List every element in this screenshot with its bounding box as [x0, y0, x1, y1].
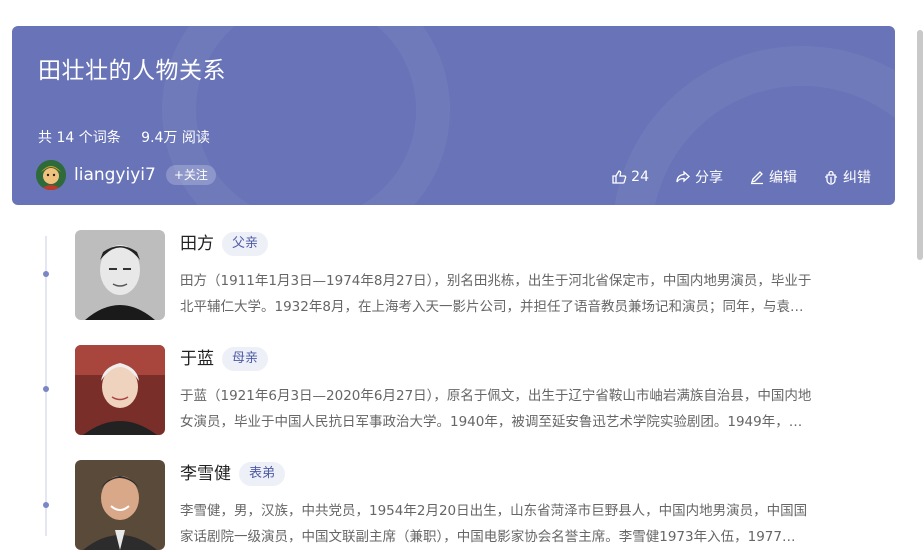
- edit-button[interactable]: 编辑: [749, 167, 797, 187]
- author-name[interactable]: liangyiyi7: [74, 165, 156, 185]
- relation-tag: 表弟: [239, 462, 286, 486]
- timeline-dot: [43, 386, 49, 392]
- view-count: 9.4万 阅读: [141, 130, 210, 146]
- person-name[interactable]: 于蓝 母亲: [180, 347, 269, 371]
- person-name[interactable]: 李雪健 表弟: [180, 462, 286, 486]
- thumbs-up-icon: [612, 170, 627, 184]
- header-banner: 田壮壮的人物关系 共 14 个词条 9.4万 阅读 liangyiyi7 +关注…: [12, 26, 895, 205]
- list-item[interactable]: 李雪健 表弟 李雪健，男，汉族，中共党员，1954年2月20日出生，山东省菏泽市巨…: [75, 460, 885, 552]
- action-bar: 24 分享 编辑 纠错: [585, 167, 871, 187]
- relation-tag: 父亲: [222, 232, 269, 256]
- edit-label: 编辑: [769, 170, 797, 186]
- list-item[interactable]: 于蓝 母亲 于蓝（1921年6月3日—2020年6月27日），原名于佩文，出生于辽…: [75, 345, 885, 437]
- person-photo[interactable]: [75, 230, 165, 320]
- follow-button[interactable]: +关注: [165, 165, 216, 185]
- list-item[interactable]: 田方 父亲 田方（1911年1月3日—1974年8月27日），别名田兆栋，出生于河…: [75, 230, 885, 322]
- bug-icon: [825, 170, 837, 185]
- share-label: 分享: [695, 170, 723, 186]
- report-button[interactable]: 纠错: [823, 167, 871, 187]
- pencil-icon: [750, 171, 763, 185]
- person-photo[interactable]: [75, 345, 165, 435]
- page-title: 田壮壮的人物关系: [38, 58, 226, 84]
- like-button[interactable]: 24: [611, 169, 649, 185]
- entry-count: 共 14 个词条: [38, 130, 121, 146]
- person-description: 李雪健，男，汉族，中共党员，1954年2月20日出生，山东省菏泽市巨野县人，中国…: [180, 503, 808, 545]
- person-description: 田方（1911年1月3日—1974年8月27日），别名田兆栋，出生于河北省保定市…: [180, 273, 812, 315]
- timeline-dot: [43, 502, 49, 508]
- person-photo[interactable]: [75, 460, 165, 550]
- person-description: 于蓝（1921年6月3日—2020年6月27日），原名于佩文，出生于辽宁省鞍山市…: [180, 388, 812, 430]
- avatar[interactable]: [36, 160, 66, 190]
- relation-tag: 母亲: [222, 347, 269, 371]
- report-label: 纠错: [843, 170, 871, 186]
- share-button[interactable]: 分享: [675, 167, 723, 187]
- stats: 共 14 个词条 9.4万 阅读: [38, 128, 226, 148]
- share-icon: [676, 170, 690, 183]
- person-name[interactable]: 田方 父亲: [180, 232, 269, 256]
- like-count: 24: [631, 169, 649, 185]
- scrollbar[interactable]: [917, 30, 923, 260]
- author-info: liangyiyi7 +关注: [36, 159, 216, 191]
- timeline-dot: [43, 271, 49, 277]
